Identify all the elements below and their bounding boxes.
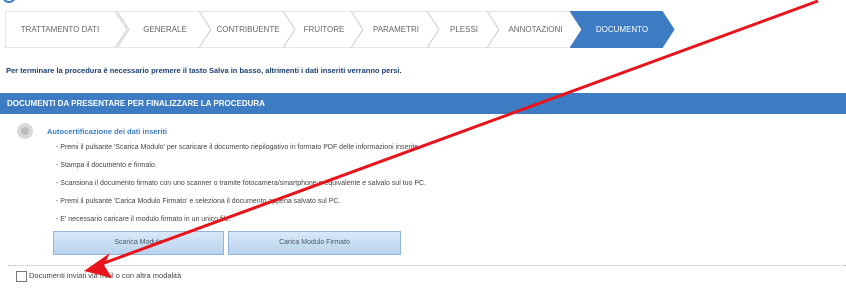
documents-sent-checkbox[interactable] <box>16 271 27 282</box>
download-module-button[interactable]: Scarica Modulo <box>53 231 224 255</box>
divider <box>8 265 846 266</box>
list-item: - Premi il pulsante 'Carica Modulo Firma… <box>56 198 341 205</box>
section-header: DOCUMENTI DA PRESENTARE PER FINALIZZARE … <box>0 93 846 114</box>
title-circle-icon <box>2 0 16 3</box>
upload-signed-module-button[interactable]: Carica Modulo Firmato <box>228 231 401 255</box>
step-parametri[interactable]: PARAMETRI <box>351 11 440 48</box>
save-warning: Per terminare la procedura è necessario … <box>6 66 402 75</box>
step-label: DOCUMENTO <box>595 25 649 34</box>
step-generale[interactable]: GENERALE <box>117 11 212 48</box>
info-step-icon <box>17 123 33 139</box>
wizard-steps: TRATTAMENTO DATI GENERALE CONTRIBUENTE F… <box>5 11 675 48</box>
step-label: PARAMETRI <box>372 25 420 34</box>
list-item: - Premi il pulsante 'Scarica Modulo' per… <box>56 144 421 151</box>
step-label: GENERALE <box>143 25 187 34</box>
step-documento[interactable]: DOCUMENTO <box>570 11 675 48</box>
step-label: PLESSI <box>449 25 478 34</box>
step-fruitore[interactable]: FRUITORE <box>283 11 364 48</box>
step-contribuente[interactable]: CONTRIBUENTE <box>199 11 296 48</box>
step-label: FRUITORE <box>303 25 345 34</box>
list-item: - Scansiona il documento firmato con uno… <box>56 180 427 187</box>
step-annotazioni[interactable]: ANNOTAZIONI <box>487 11 583 48</box>
step-label: CONTRIBUENTE <box>216 25 280 34</box>
step-label: ANNOTAZIONI <box>508 25 563 34</box>
step-plessi[interactable]: PLESSI <box>427 11 500 48</box>
step-trattamento-dati[interactable]: TRATTAMENTO DATI <box>5 11 128 48</box>
page-title-clipped <box>0 0 846 3</box>
section-title: DOCUMENTI DA PRESENTARE PER FINALIZZARE … <box>7 99 265 108</box>
info-title: Autocertificazione dei dati inseriti <box>47 127 168 136</box>
list-item: - Stampa il documento e firmalo. <box>56 162 157 169</box>
instructions-list: - Premi il pulsante 'Scarica Modulo' per… <box>56 139 426 229</box>
list-item: - E' necessario caricare il modulo firma… <box>56 216 231 223</box>
documents-sent-label[interactable]: Documenti inviati via mail o con altra m… <box>29 271 181 281</box>
step-label: TRATTAMENTO DATI <box>20 25 100 34</box>
